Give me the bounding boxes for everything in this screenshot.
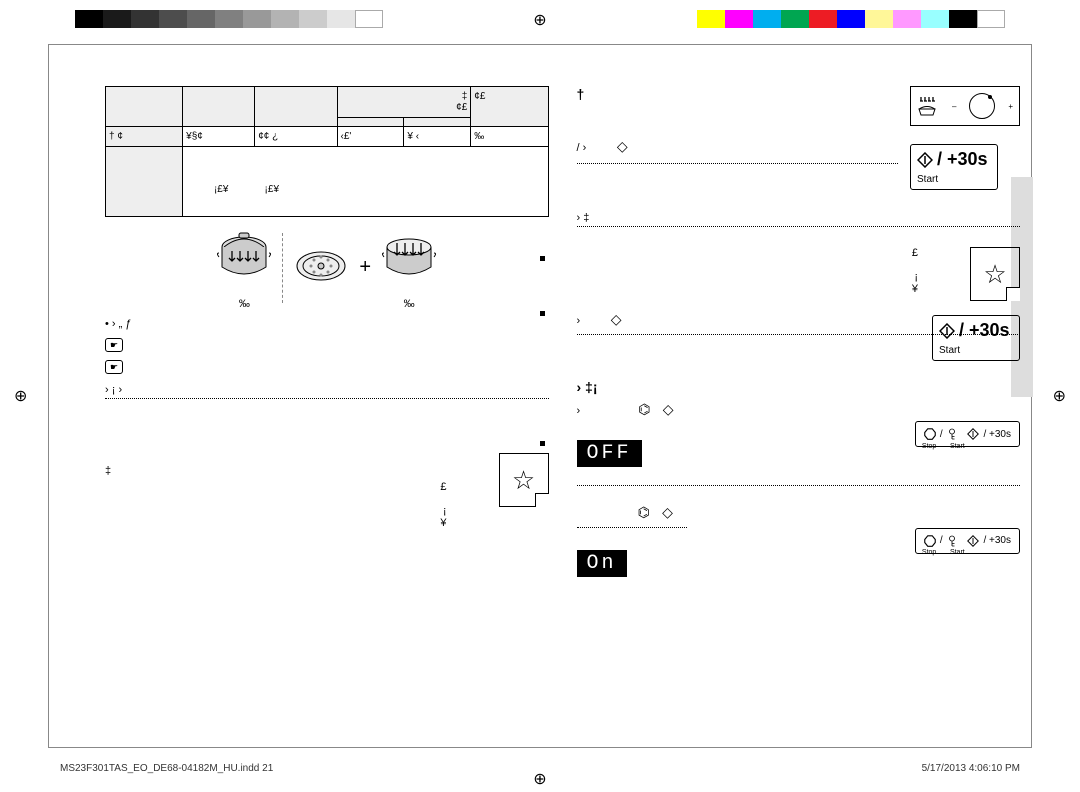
key-icon [947,535,957,547]
diamond-start-icon [967,428,979,440]
deodorize-panel-icon: – + [910,86,1020,126]
dotted-rule-right-1: › ‡ [577,212,1021,227]
display-on: On [577,550,627,577]
registration-mark-right: ⊕ [1053,386,1066,406]
section-2-title: › ‡¡ [577,379,1021,395]
diamond-start-icon [939,323,955,339]
stop-start-combo-button[interactable]: / / +30s Stop Start [915,421,1020,447]
pot-label-left: ‰ [214,298,274,310]
steamer-tray [291,231,351,304]
registration-mark-left: ⊕ [14,386,27,406]
pot-label-right: ‰ [379,298,439,310]
key-icon [947,428,957,440]
hexagon-stop-icon [924,535,936,547]
left-column: ‡¢£ ¢£ † ¢ ¥§¢ ¢¢ ¿ ‹£' ¥ ‹ ‰ ¡£¥ ¡£¥ [105,86,549,717]
start-30s-button[interactable]: / +30s Start [932,315,1020,361]
hexagon-stop-icon [924,428,936,440]
color-calibration-bar [697,10,1005,28]
note-2: ☛ [105,360,549,374]
diamond-start-icon [917,152,933,168]
deodorize-icon [917,95,939,117]
footer-timestamp: 5/17/2013 4:06:10 PM [922,763,1020,774]
note-1: ☛ [105,338,549,352]
right-column: † / › ◇ – [577,86,1021,717]
steamer-diagram-row: ‰ + [105,225,549,310]
favorite-button-icon: ☆ [970,247,1020,301]
right-headline: † [577,86,899,102]
start-30s-button[interactable]: / +30s Start [910,144,998,190]
registration-mark-top: ⊕ [533,10,546,30]
dotted-rule-left-1: › ¡ › [105,384,549,399]
stop-start-combo-button[interactable]: / / +30s Stop Start [915,528,1020,554]
plus-sign: + [359,256,371,279]
dial-knob-icon [969,93,995,119]
favorite-button-icon: ☆ [499,453,549,507]
display-off: OFF [577,440,642,467]
footer-filename: MS23F301TAS_EO_DE68-04182M_HU.indd 21 [60,763,273,774]
cooking-table: ‡¢£ ¢£ † ¢ ¥§¢ ¢¢ ¿ ‹£' ¥ ‹ ‰ ¡£¥ ¡£¥ [105,86,549,217]
note-icon: ☛ [105,338,123,352]
note-icon: ☛ [105,360,123,374]
diamond-start-icon [967,535,979,547]
tips-heading: • › „ ƒ [105,318,549,330]
steamer-pot-open: ‰ [379,225,439,310]
steamer-pot-closed: ‰ [214,225,274,310]
grayscale-calibration-bar [75,10,383,28]
